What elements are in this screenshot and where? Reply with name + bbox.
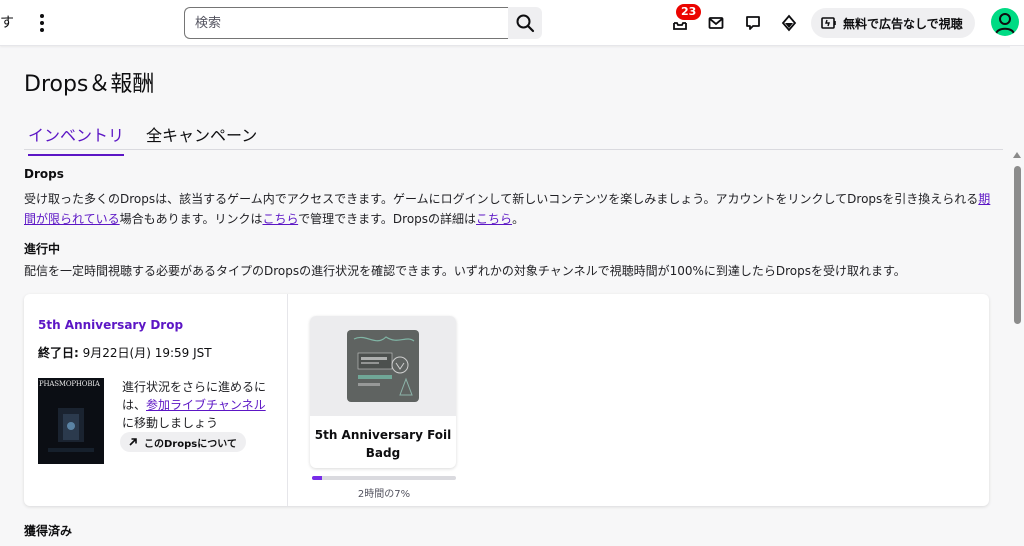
top-nav-bar: す 23 無料で広告なしで視聴	[0, 0, 1024, 46]
campaign-end-date: 終了日: 9月22日(月) 19:59 JST	[38, 344, 212, 361]
chat-icon	[746, 16, 760, 30]
scroll-thumb[interactable]	[1014, 166, 1021, 324]
badge-icon	[347, 330, 419, 402]
tab-all-campaigns[interactable]: 全キャンペーン	[146, 122, 257, 154]
drops-text-4: 。	[512, 212, 525, 226]
about-drops-label: このDropsについて	[144, 438, 237, 450]
in-progress-description: 配信を一定時間視聴する必要があるタイプのDropsの進行状況を確認できます。いず…	[24, 264, 906, 278]
reward-progress-fill	[312, 476, 323, 480]
search-icon	[516, 14, 535, 33]
page-title: Drops＆報酬	[24, 72, 155, 97]
reward-name: 5th Anniversary Foil Badg	[314, 428, 452, 460]
campaign-info: 5th Anniversary Drop 終了日: 9月22日(月) 19:59…	[24, 294, 288, 506]
drops-text-1: 受け取った多くのDropsは、該当するゲーム内でアクセスできます。ゲームにログイ…	[24, 192, 979, 206]
chat-button[interactable]	[741, 11, 765, 35]
crown-icon	[781, 14, 797, 32]
more-vertical-icon[interactable]	[30, 11, 54, 35]
drops-section-title: Drops	[24, 167, 64, 181]
drops-page: Drops＆報酬 インベントリ 全キャンペーン Drops 受け取った多くのDr…	[0, 46, 1010, 546]
reward-progress-label: 2時間の7%	[357, 489, 411, 500]
search-bar	[184, 7, 542, 39]
search-input[interactable]	[184, 7, 508, 39]
campaign-name[interactable]: 5th Anniversary Drop	[38, 318, 183, 332]
ad-free-button[interactable]: 無料で広告なしで視聴	[811, 8, 975, 38]
avatar-icon	[995, 13, 1015, 35]
crown-button[interactable]	[777, 11, 801, 35]
reward-image	[310, 316, 456, 416]
progress-hint-2: に移動しましょう	[122, 416, 219, 430]
mail-icon	[708, 17, 724, 29]
progress-hint: 進行状況をさらに進めるには、参加ライブチャンネルに移動しましょう	[122, 378, 272, 432]
user-avatar[interactable]	[991, 8, 1019, 36]
drops-text-3: で管理できます。Dropsの詳細は	[298, 212, 477, 226]
drops-details-link[interactable]: こちら	[476, 212, 512, 226]
page-scrollbar[interactable]	[1010, 46, 1024, 546]
drops-text-2: 場合もあります。リンクは	[119, 212, 263, 226]
tab-bar: インベントリ 全キャンペーン	[24, 118, 1003, 156]
end-date-value: 9月22日(月) 19:59 JST	[78, 346, 212, 360]
about-drops-button[interactable]: このDropsについて	[120, 432, 246, 452]
end-date-label: 終了日:	[38, 346, 79, 360]
inbox-count-badge: 23	[676, 4, 702, 20]
reward-progress-bar	[312, 476, 456, 480]
tab-inventory[interactable]: インベントリ	[28, 122, 125, 156]
boxart-figure	[48, 408, 94, 452]
search-button[interactable]	[508, 7, 542, 39]
drops-section-description: 受け取った多くのDropsは、該当するゲーム内でアクセスできます。ゲームにログイ…	[24, 189, 999, 229]
participating-channels-link[interactable]: 参加ライブチャンネル	[146, 398, 266, 412]
arrow-up-right-icon	[129, 438, 137, 446]
campaign-card: 5th Anniversary Drop 終了日: 9月22日(月) 19:59…	[24, 294, 989, 506]
game-boxart[interactable]: PHASMOPHOBIA	[38, 378, 104, 464]
earned-section-title: 獲得済み	[24, 524, 73, 538]
ad-free-label: 無料で広告なしで視聴	[843, 16, 963, 31]
reward-item[interactable]: 5th Anniversary Foil Badg	[310, 316, 456, 468]
whispers-button[interactable]	[704, 11, 728, 35]
manage-links-link[interactable]: こちら	[262, 212, 298, 226]
nav-edge-text: す	[0, 15, 14, 31]
in-progress-title: 進行中	[24, 242, 61, 256]
scroll-up-arrow[interactable]	[1013, 152, 1021, 158]
turbo-icon	[821, 17, 836, 29]
